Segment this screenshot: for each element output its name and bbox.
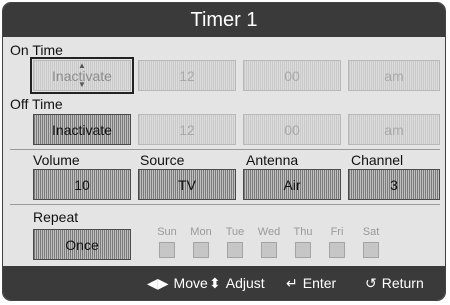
day-label-thu: Thu (293, 226, 313, 238)
channel-field[interactable]: 3 (348, 169, 440, 200)
day-checkbox-sat[interactable] (363, 242, 379, 258)
source-label: Source (140, 152, 185, 168)
day-checkbox-wed[interactable] (261, 242, 277, 258)
move-hint: ◀▶ Move (147, 266, 208, 300)
up-down-arrows-icon: ⬍ (209, 275, 221, 291)
off-time-ampm-field[interactable]: am (348, 114, 440, 145)
day-label-mon: Mon (190, 226, 212, 238)
day-checkbox-fri[interactable] (329, 242, 345, 258)
on-time-minute-field[interactable]: 00 (243, 60, 341, 91)
left-right-arrows-icon: ◀▶ (147, 275, 169, 291)
repeat-field[interactable]: Once (33, 229, 131, 260)
channel-label: Channel (351, 152, 404, 168)
dialog-title: Timer 1 (3, 3, 445, 37)
section-divider (10, 204, 440, 205)
return-icon: ↺ (365, 275, 377, 291)
antenna-label: Antenna (246, 152, 299, 168)
on-time-activation-field[interactable]: ▲ Inactivate ▼ (30, 57, 134, 94)
day-label-fri: Fri (330, 226, 344, 238)
repeat-label: Repeat (33, 209, 79, 225)
adjust-hint: ⬍ Adjust (209, 266, 265, 300)
day-checkbox-mon[interactable] (193, 242, 209, 258)
enter-hint: ↵ Enter (286, 266, 336, 300)
adjust-label: Adjust (225, 275, 265, 291)
enter-label: Enter (302, 275, 337, 291)
volume-label: Volume (33, 152, 80, 168)
on-time-label: On Time (10, 42, 63, 58)
adjust-down-icon: ▼ (78, 80, 86, 89)
day-checkbox-sun[interactable] (159, 242, 175, 258)
adjust-up-icon: ▲ (78, 61, 86, 70)
day-label-wed: Wed (257, 226, 281, 238)
on-time-ampm-field[interactable]: am (348, 60, 440, 91)
timer-dialog: Timer 1 On Time ▲ Inactivate ▼ 12 00 am … (2, 2, 446, 301)
day-checkbox-tue[interactable] (227, 242, 243, 258)
move-label: Move (173, 275, 208, 291)
day-label-tue: Tue (225, 226, 245, 238)
source-field[interactable]: TV (138, 169, 236, 200)
antenna-field[interactable]: Air (243, 169, 341, 200)
footer-bar: ◀▶ Move ⬍ Adjust ↵ Enter ↺ Return (3, 266, 445, 300)
off-time-activation-field[interactable]: Inactivate (33, 114, 131, 145)
enter-icon: ↵ (286, 275, 298, 291)
off-time-hour-field[interactable]: 12 (138, 114, 236, 145)
off-time-minute-field[interactable]: 00 (243, 114, 341, 145)
section-divider (10, 149, 440, 150)
day-label-sun: Sun (157, 226, 177, 238)
return-label: Return (381, 275, 424, 291)
day-checkbox-thu[interactable] (295, 242, 311, 258)
volume-field[interactable]: 10 (33, 169, 131, 200)
return-hint: ↺ Return (365, 266, 424, 300)
on-time-hour-field[interactable]: 12 (138, 60, 236, 91)
day-label-sat: Sat (362, 226, 380, 238)
off-time-label: Off Time (10, 96, 63, 112)
